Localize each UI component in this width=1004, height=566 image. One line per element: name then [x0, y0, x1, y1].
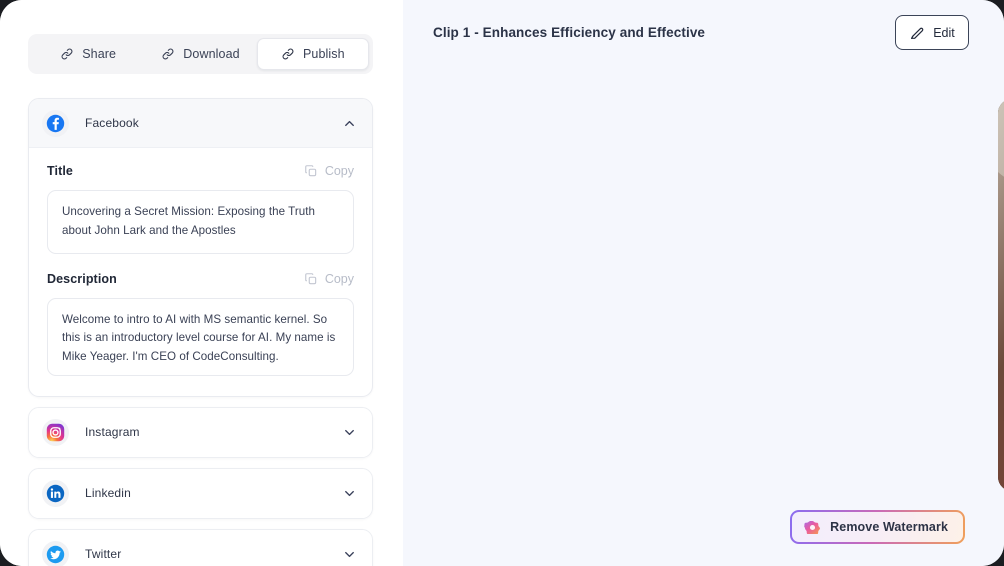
platform-name-twitter: Twitter [85, 547, 342, 561]
platform-body-facebook: Title Copy Uncovering a Secret Mission: … [29, 148, 372, 396]
chevron-down-icon[interactable] [342, 486, 357, 501]
chevron-down-icon[interactable] [342, 425, 357, 440]
tab-publish-label: Publish [303, 47, 345, 61]
platform-card-instagram: Instagram [28, 407, 373, 458]
facebook-icon [42, 110, 69, 137]
copy-description-button[interactable]: Copy [304, 272, 354, 286]
tab-share[interactable]: Share [32, 38, 144, 70]
remove-watermark-label: Remove Watermark [830, 520, 948, 534]
tab-share-label: Share [82, 47, 116, 61]
edit-button-label: Edit [933, 26, 955, 40]
description-field-block: Description Copy Welcome to intro to AI … [47, 272, 354, 376]
platform-card-twitter: Twitter [28, 529, 373, 566]
platform-name-facebook: Facebook [85, 116, 342, 130]
instagram-icon [42, 419, 69, 446]
remove-watermark-button[interactable]: Remove Watermark [790, 510, 965, 544]
chevron-down-icon[interactable] [342, 547, 357, 562]
twitter-icon [42, 541, 69, 566]
platform-header-linkedin[interactable]: Linkedin [29, 469, 372, 518]
platform-card-linkedin: Linkedin [28, 468, 373, 519]
platform-name-instagram: Instagram [85, 425, 342, 439]
copy-title-button[interactable]: Copy [304, 164, 354, 178]
action-tabbar: Share Download Publish [28, 34, 373, 74]
preview-panel: Clip 1 - Enhances Efficiency and Effecti… [403, 0, 1004, 566]
clip-title: Clip 1 - Enhances Efficiency and Effecti… [433, 25, 705, 40]
video-preview[interactable] [998, 99, 1004, 491]
remove-watermark-inner: Remove Watermark [792, 512, 963, 542]
description-label: Description [47, 272, 117, 286]
platform-card-facebook: Facebook Title Copy [28, 98, 373, 397]
sparkle-flower-icon [804, 519, 821, 536]
platform-header-instagram[interactable]: Instagram [29, 408, 372, 457]
link-icon [161, 47, 175, 61]
copy-title-label: Copy [325, 164, 354, 178]
edit-button[interactable]: Edit [895, 15, 969, 50]
linkedin-icon [42, 480, 69, 507]
description-field-row: Description Copy [47, 272, 354, 286]
tab-download-label: Download [183, 47, 239, 61]
title-field-block: Title Copy Uncovering a Secret Mission: … [47, 164, 354, 254]
description-input[interactable]: Welcome to intro to AI with MS semantic … [47, 298, 354, 376]
pencil-edit-icon [909, 25, 925, 41]
title-input[interactable]: Uncovering a Secret Mission: Exposing th… [47, 190, 354, 254]
tab-download[interactable]: Download [144, 38, 256, 70]
platform-accordion: Facebook Title Copy [28, 98, 373, 566]
title-label: Title [47, 164, 73, 178]
copy-description-label: Copy [325, 272, 354, 286]
app-window: Share Download Publish [0, 0, 1004, 566]
title-field-row: Title Copy [47, 164, 354, 178]
platform-header-facebook[interactable]: Facebook [29, 99, 372, 148]
link-icon [60, 47, 74, 61]
copy-icon [304, 272, 318, 286]
platform-header-twitter[interactable]: Twitter [29, 530, 372, 566]
video-thumbnail [998, 99, 1004, 491]
link-icon [281, 47, 295, 61]
copy-icon [304, 164, 318, 178]
platform-name-linkedin: Linkedin [85, 486, 342, 500]
chevron-up-icon[interactable] [342, 116, 357, 131]
tab-publish[interactable]: Publish [257, 38, 369, 70]
publish-sidebar: Share Download Publish [0, 0, 403, 566]
